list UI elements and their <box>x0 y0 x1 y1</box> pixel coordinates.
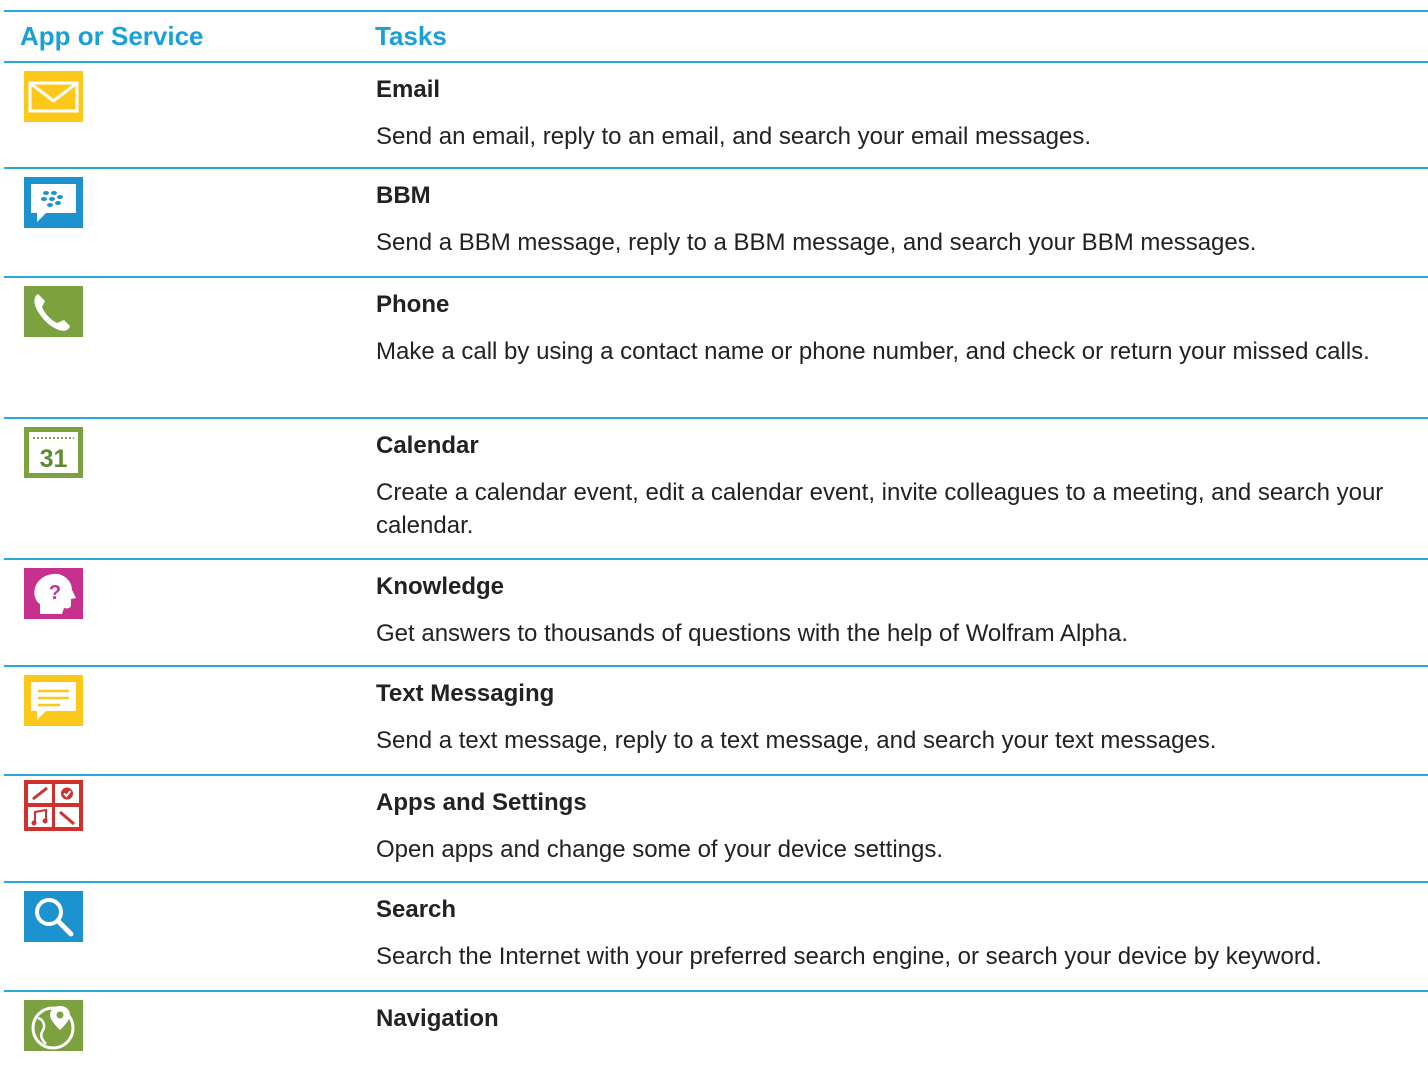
table-header: App or Service Tasks <box>4 12 1428 61</box>
svg-text:31: 31 <box>40 445 68 473</box>
search-icon <box>24 891 83 942</box>
bbm-icon <box>24 177 83 228</box>
task-title: Calendar <box>376 432 479 459</box>
table-row: Apps and Settings Open apps and change s… <box>4 776 1428 883</box>
table-row: Search Search the Internet with your pre… <box>4 883 1428 992</box>
table-row: Phone Make a call by using a contact nam… <box>4 278 1428 419</box>
task-title: Phone <box>376 291 450 318</box>
knowledge-icon: ? <box>24 568 83 619</box>
app-task-table: App or Service Tasks Email Send an email… <box>4 10 1428 1062</box>
task-description: Create a calendar event, edit a calendar… <box>376 479 1384 539</box>
apps-settings-icon <box>24 780 83 831</box>
task-title: Email <box>376 76 441 103</box>
task-description: Search the Internet with your preferred … <box>376 943 1322 970</box>
header-tasks: Tasks <box>375 21 447 51</box>
task-title: Knowledge <box>376 573 505 600</box>
calendar-icon: 31 <box>24 427 83 478</box>
task-description: Send a text message, reply to a text mes… <box>376 727 1217 754</box>
task-description: Get answers to thousands of questions wi… <box>376 620 1128 647</box>
task-title: BBM <box>376 182 431 209</box>
table-row: BBM Send a BBM message, reply to a BBM m… <box>4 169 1428 278</box>
task-description: Open apps and change some of your device… <box>376 836 944 863</box>
table-row: 31 Calendar Create a calendar event, edi… <box>4 419 1428 560</box>
task-title: Apps and Settings <box>376 789 587 816</box>
task-description: Send a BBM message, reply to a BBM messa… <box>376 229 1257 256</box>
navigation-icon <box>24 1000 83 1051</box>
task-description: Make a call by using a contact name or p… <box>376 338 1370 365</box>
table-row: Email Send an email, reply to an email, … <box>4 63 1428 169</box>
task-description: Send an email, reply to an email, and se… <box>376 123 1092 150</box>
table-row: Navigation <box>4 992 1428 1062</box>
email-icon <box>24 71 83 122</box>
task-title: Navigation <box>376 1005 499 1032</box>
table-row: Text Messaging Send a text message, repl… <box>4 667 1428 776</box>
svg-text:?: ? <box>49 582 61 604</box>
header-app-or-service: App or Service <box>20 21 204 51</box>
task-title: Text Messaging <box>376 680 555 707</box>
table-row: ? Knowledge Get answers to thousands of … <box>4 560 1428 667</box>
task-title: Search <box>376 896 457 923</box>
text-messaging-icon <box>24 675 83 726</box>
phone-icon <box>24 286 83 337</box>
